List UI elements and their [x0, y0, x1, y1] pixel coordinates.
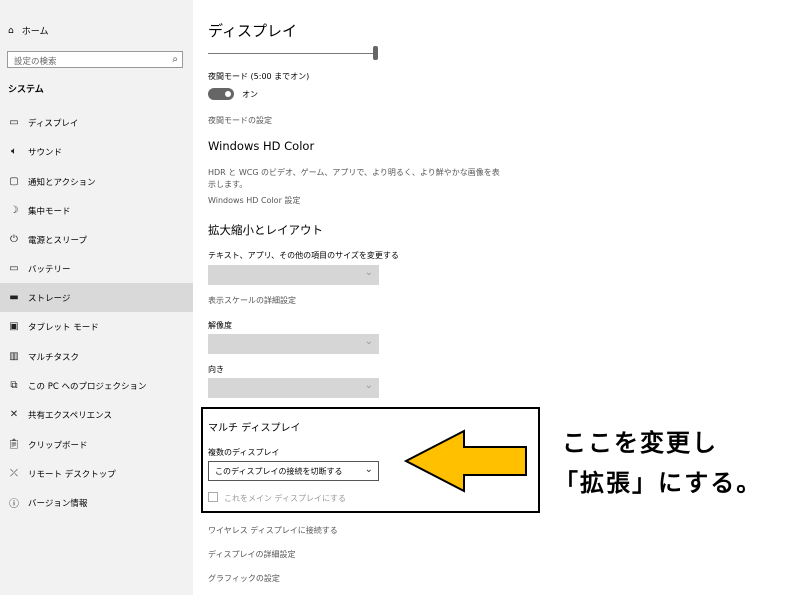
main-display-checkbox-label: これをメイン ディスプレイにする — [224, 494, 347, 503]
sidebar-item-label: この PC へのプロジェクション — [28, 381, 147, 392]
storage-icon: ▬ — [9, 292, 19, 303]
night-light-toggle[interactable] — [208, 88, 234, 100]
sidebar: ⌂ ホーム 設定の検索 ⌕ システム ▭ ディスプレイ 🔈︎ サウンド ▢ 通知… — [0, 0, 193, 595]
sidebar-item-about[interactable]: ⓘ バージョン情報 — [0, 488, 193, 517]
remote-icon: ⤫ — [10, 468, 18, 479]
search-placeholder: 設定の検索 — [14, 57, 57, 67]
tablet-icon: ▣ — [9, 321, 19, 332]
multitask-icon: ▥ — [9, 351, 19, 362]
resolution-dropdown[interactable]: ⌄ — [208, 334, 379, 354]
multi-display-value: このディスプレイの接続を切断する — [215, 467, 343, 476]
sidebar-item-tablet[interactable]: ▣ タブレット モード — [0, 312, 193, 341]
sidebar-item-label: タブレット モード — [28, 322, 99, 333]
multi-display-dropdown[interactable]: このディスプレイの接続を切断する ⌄ — [208, 461, 379, 481]
annotation-line2: 「拡張」にする。 — [554, 469, 763, 497]
toggle-knob — [225, 91, 231, 97]
chevron-down-icon: ⌄ — [364, 267, 373, 278]
chevron-down-icon: ⌄ — [364, 464, 373, 475]
page-title: ディスプレイ — [208, 22, 297, 40]
sidebar-item-label: ストレージ — [28, 293, 71, 304]
sidebar-item-label: リモート デスクトップ — [28, 469, 116, 480]
sidebar-item-label: クリップボード — [28, 440, 88, 451]
arrow-left-icon — [404, 429, 527, 493]
orientation-dropdown[interactable]: ⌄ — [208, 378, 379, 398]
scale-layout-title: 拡大縮小とレイアウト — [208, 223, 323, 237]
projection-icon: ⧉ — [10, 380, 18, 391]
sidebar-item-label: 集中モード — [28, 206, 71, 217]
sidebar-item-clipboard[interactable]: 📋︎ クリップボード — [0, 430, 193, 459]
scale-label: テキスト、アプリ、その他の項目のサイズを変更する — [208, 251, 399, 260]
shared-icon: ✕ — [9, 409, 19, 420]
search-icon: ⌕ — [172, 54, 178, 65]
home-link[interactable]: ⌂ ホーム — [8, 24, 49, 38]
hdr-title: Windows HD Color — [208, 139, 315, 153]
hdr-description-line2: 示します。 — [208, 180, 248, 189]
advanced-scaling-link[interactable]: 表示スケールの詳細設定 — [208, 295, 296, 306]
main-display-checkbox[interactable] — [208, 492, 218, 502]
toggle-state: オン — [242, 90, 258, 99]
power-icon: ⏻ — [10, 234, 18, 245]
notification-icon: ▢ — [9, 176, 19, 187]
chevron-down-icon: ⌄ — [364, 380, 373, 391]
sidebar-item-storage[interactable]: ▬ ストレージ — [0, 283, 193, 312]
search-input[interactable]: 設定の検索 ⌕ — [7, 51, 183, 68]
multi-display-label: 複数のディスプレイ — [208, 448, 280, 457]
brightness-slider-track[interactable] — [208, 53, 376, 54]
sidebar-item-focus[interactable]: ☽ 集中モード — [0, 196, 193, 225]
sidebar-item-power[interactable]: ⏻ 電源とスリープ — [0, 225, 193, 254]
brightness-slider-thumb[interactable] — [373, 46, 378, 60]
chevron-down-icon: ⌄ — [364, 336, 373, 347]
sidebar-item-label: 通知とアクション — [28, 177, 96, 188]
sidebar-item-shared[interactable]: ✕ 共有エクスペリエンス — [0, 400, 193, 429]
sidebar-item-label: サウンド — [28, 147, 63, 158]
scale-dropdown[interactable]: ⌄ — [208, 265, 379, 285]
monitor-icon: ▭ — [9, 117, 19, 128]
hdr-description-line1: HDR と WCG のビデオ、ゲーム、アプリで、より明るく、より鮮やかな画像を表 — [208, 168, 500, 177]
sidebar-item-display[interactable]: ▭ ディスプレイ — [0, 108, 193, 137]
sidebar-item-label: 共有エクスペリエンス — [28, 410, 112, 421]
sidebar-item-label: ディスプレイ — [28, 118, 79, 129]
hdr-settings-link[interactable]: Windows HD Color 設定 — [208, 195, 300, 206]
sidebar-item-label: バッテリー — [28, 264, 71, 275]
clipboard-icon: 📋︎ — [7, 439, 21, 450]
battery-icon: ▭ — [9, 263, 19, 274]
sidebar-item-label: マルチタスク — [28, 352, 80, 363]
night-light-label: 夜間モード (5:00 までオン) — [208, 72, 310, 81]
wireless-display-link[interactable]: ワイヤレス ディスプレイに接続する — [208, 525, 338, 536]
resolution-label: 解像度 — [208, 321, 232, 330]
sidebar-item-multitask[interactable]: ▥ マルチタスク — [0, 342, 193, 371]
sidebar-item-battery[interactable]: ▭ バッテリー — [0, 254, 193, 283]
advanced-display-link[interactable]: ディスプレイの詳細設定 — [208, 549, 295, 560]
info-icon: ⓘ — [9, 499, 19, 510]
sidebar-item-notifications[interactable]: ▢ 通知とアクション — [0, 167, 193, 196]
graphics-settings-link[interactable]: グラフィックの設定 — [208, 573, 280, 584]
night-light-settings-link[interactable]: 夜間モードの設定 — [208, 115, 272, 126]
annotation-line1: ここを変更し — [562, 429, 718, 457]
moon-icon: ☽ — [9, 205, 19, 216]
sidebar-item-label: バージョン情報 — [28, 498, 88, 509]
multi-display-title: マルチ ディスプレイ — [208, 423, 301, 434]
sidebar-item-sound[interactable]: 🔈︎ サウンド — [0, 137, 193, 166]
sidebar-section-title: システム — [8, 85, 44, 95]
sidebar-item-remote[interactable]: ⤫ リモート デスクトップ — [0, 459, 193, 488]
home-icon: ⌂ — [8, 25, 14, 36]
home-label: ホーム — [21, 27, 49, 37]
sidebar-item-label: 電源とスリープ — [28, 235, 87, 246]
orientation-label: 向き — [208, 365, 224, 374]
speaker-icon: 🔈︎ — [11, 146, 17, 157]
sidebar-item-projection[interactable]: ⧉ この PC へのプロジェクション — [0, 371, 193, 400]
